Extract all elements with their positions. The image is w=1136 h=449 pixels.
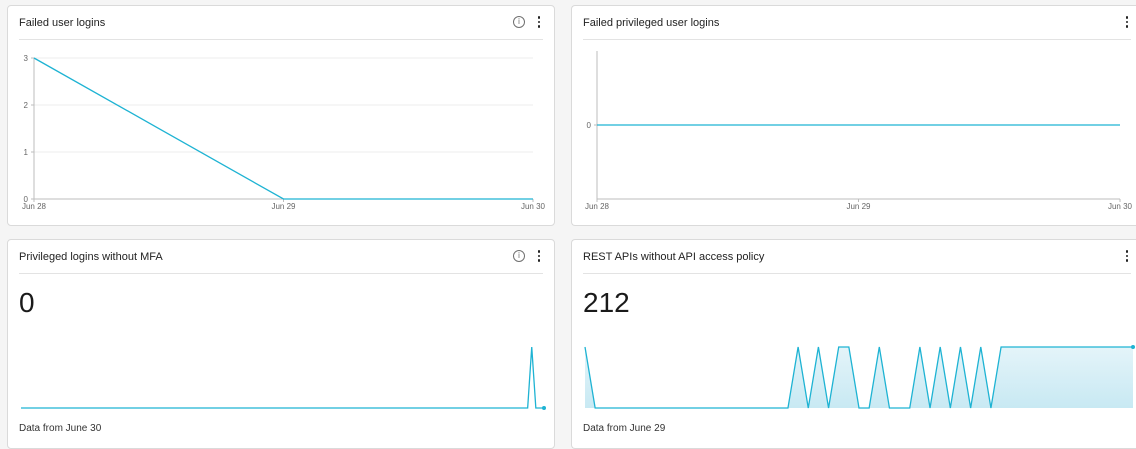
x-tick-label: Jun 30 — [521, 202, 546, 211]
data-date-label: Data from June 29 — [583, 423, 666, 434]
x-tick-label: Jun 28 — [22, 202, 47, 211]
series-line — [33, 57, 533, 200]
widget-failed-user-logins: Failed user logins i 0 1 2 3 Jun 28 Jun 29 Jun… — [7, 5, 555, 226]
series-line — [21, 346, 544, 409]
widget-failed-privileged-user-logins: Failed privileged user logins 0 Jun 28 Jun… — [571, 5, 1136, 226]
widget-privileged-logins-without-mfa: Privileged logins without MFA i 0 Data f… — [7, 239, 555, 449]
x-tick-label: Jun 29 — [846, 202, 871, 211]
data-date-label: Data from June 30 — [19, 423, 102, 434]
y-tick-label: 0 — [587, 121, 592, 130]
last-point-marker — [1131, 345, 1135, 349]
y-tick-label: 2 — [24, 101, 29, 110]
x-tick-label: Jun 29 — [271, 202, 296, 211]
last-point-marker — [542, 406, 546, 410]
y-tick-label: 1 — [24, 148, 29, 157]
y-tick-label: 3 — [24, 54, 29, 63]
line-chart: 0 Jun 28 Jun 29 Jun 30 — [585, 51, 1133, 211]
widget-rest-apis-without-policy: REST APIs without API access policy 212 … — [571, 239, 1136, 449]
sparkline — [21, 346, 546, 410]
series-area — [585, 347, 1133, 408]
line-chart: 0123Jun 28 Jun 29 Jun 30 — [22, 54, 546, 211]
sparkline — [584, 345, 1135, 409]
x-tick-label: Jun 28 — [585, 202, 610, 211]
x-tick-label: Jun 30 — [1108, 202, 1133, 211]
